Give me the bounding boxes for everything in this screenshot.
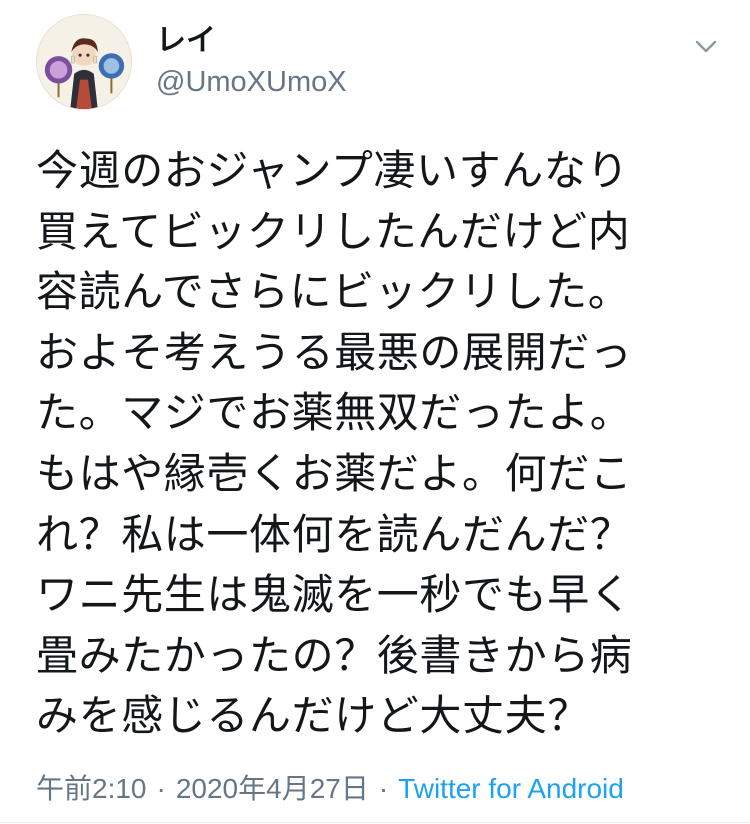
tweet-text-line: ワニ先生は鬼滅を一秒でも早く [36,570,633,620]
avatar-illustration [37,15,131,109]
meta-separator: · [156,773,166,804]
tweet-text-line: れ？私は一体何を読んだんだ？ [36,509,633,559]
tweet-text-line: およそ考えうる最悪の展開だっ [36,327,633,377]
tweet-text-line: 畳みたかったの？後書きから病 [36,630,633,680]
tweet-text: 今週のおジャンプ凄いすんなり 買えてビックリしたんだけど内 容読んでさらにビック… [36,141,716,747]
tweet-date[interactable]: 2020年4月27日 [176,773,369,804]
tweet: レイ @UmoXUmoX 今週のおジャンプ凄いすんなり 買えてビックリしたんだけ… [0,0,750,824]
display-name[interactable]: レイ [156,22,347,60]
tweet-text-line: 容読んでさらにビックリした。 [36,267,631,317]
tweet-text-line: もはや縁壱くお薬だよ。何だこ [36,448,633,498]
tweet-text-line: た。マジでお薬無双だったよ。 [36,388,633,438]
tweet-meta: 午前2:10 · 2020年4月27日 · Twitter for Android [36,770,624,808]
tweet-menu-button[interactable] [686,26,726,66]
chevron-down-icon [695,40,717,53]
meta-separator: · [378,773,389,804]
tweet-header: レイ @UmoXUmoX [36,14,726,124]
tweet-text-line: みを感じるんだけど大丈夫？ [36,691,590,741]
tweet-time[interactable]: 午前2:10 [36,773,147,804]
avatar[interactable] [36,14,132,110]
user-handle[interactable]: @UmoXUmoX [156,64,347,100]
tweet-source-link[interactable]: Twitter for Android [398,773,624,804]
user-names: レイ @UmoXUmoX [156,22,347,100]
tweet-text-line: 今週のおジャンプ凄いすんなり [36,146,630,195]
divider [0,822,750,823]
tweet-text-line: 買えてビックリしたんだけど内 [36,206,631,256]
